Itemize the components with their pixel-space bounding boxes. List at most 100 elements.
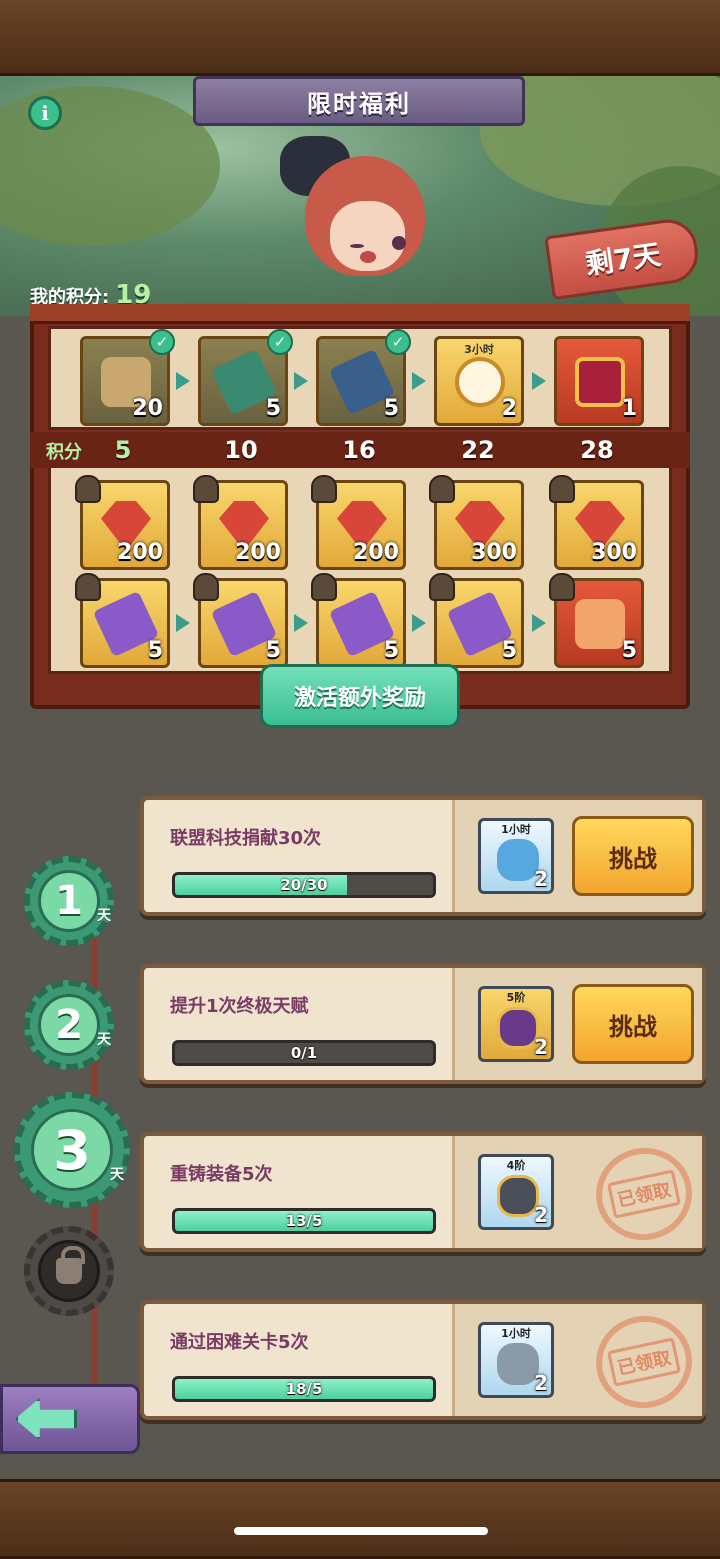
day-unit: 天	[110, 1167, 124, 1183]
progress-text: 20/30	[280, 876, 328, 894]
task-progress-bar: 0/1	[172, 1040, 436, 1066]
reward-puzzle-tile[interactable]: ✓ 20	[80, 329, 175, 426]
puzzle-icon	[575, 599, 625, 649]
arrow-right-icon	[532, 614, 546, 632]
day-number: 3	[53, 1118, 91, 1182]
reward-qty: 20	[132, 396, 163, 421]
lock-icon	[75, 573, 101, 601]
ticket-reward-tile[interactable]: 5	[429, 573, 524, 668]
task-reward[interactable]: 4阶 2	[478, 1154, 554, 1230]
home-indicator[interactable]	[234, 1527, 488, 1535]
progress-text: 0/1	[290, 1044, 318, 1062]
reward-qty: 2	[534, 1203, 548, 1227]
arrow-right-icon	[412, 372, 426, 390]
clock-icon	[455, 357, 505, 407]
check-icon: ✓	[149, 329, 175, 355]
day-2-tab[interactable]: 2天	[24, 980, 114, 1070]
task-title: 重铸装备5次	[170, 1164, 273, 1185]
lock-icon	[193, 475, 219, 503]
gem-reward-tile[interactable]: 300	[549, 475, 644, 570]
reward-label: 4阶	[506, 1159, 526, 1172]
reward-qty: 300	[591, 540, 637, 565]
score-label: 积分	[46, 442, 82, 463]
gem-reward-tile[interactable]: 200	[193, 475, 288, 570]
task-reward[interactable]: 1小时 2	[478, 818, 554, 894]
lock-icon	[311, 475, 337, 503]
claimed-label: 已领取	[607, 1337, 681, 1387]
score-threshold: 16	[342, 436, 376, 464]
challenge-button[interactable]: 挑战	[572, 984, 694, 1064]
reward-label: 1小时	[501, 1327, 531, 1340]
reward-chest-tile[interactable]: 1	[554, 336, 644, 426]
arrow-right-icon	[412, 614, 426, 632]
challenge-button[interactable]: 挑战	[572, 816, 694, 896]
task-reward[interactable]: 1小时 2	[478, 1322, 554, 1398]
treasure-chest-icon	[575, 357, 625, 407]
task-card: 联盟科技捐献30次 20/30 1小时 2 挑战	[140, 796, 706, 916]
score-threshold: 22	[461, 436, 495, 464]
arrow-right-icon	[294, 372, 308, 390]
back-arrow-icon	[15, 1398, 77, 1440]
gem-reward-tile[interactable]: 300	[429, 475, 524, 570]
day-number: 2	[55, 1002, 83, 1048]
ticket-reward-tile[interactable]: 5	[75, 573, 170, 668]
reward-qty: 300	[471, 540, 517, 565]
bottom-frame	[0, 1479, 720, 1559]
reward-qty: 2	[534, 1035, 548, 1059]
lock-icon	[549, 475, 575, 503]
reward-qty: 200	[353, 540, 399, 565]
day-unit: 天	[97, 908, 111, 924]
reward-label: 3小时	[464, 343, 494, 356]
reward-qty: 200	[235, 540, 281, 565]
day-unit: 天	[97, 1032, 111, 1048]
arrow-right-icon	[176, 372, 190, 390]
reward-qty: 2	[501, 396, 517, 421]
task-reward[interactable]: 5阶 2	[478, 986, 554, 1062]
task-card: 重铸装备5次 13/5 4阶 2 已领取	[140, 1132, 706, 1252]
task-card: 通过困难关卡5次 18/5 1小时 2 已领取	[140, 1300, 706, 1420]
reward-qty: 5	[383, 638, 399, 663]
reward-qty: 1	[621, 396, 637, 421]
lock-icon	[75, 475, 101, 503]
reward-clock-tile[interactable]: 3小时 2	[434, 336, 524, 426]
ticket-reward-tile[interactable]: 5	[311, 573, 406, 668]
day-1-tab[interactable]: 1天	[24, 856, 114, 946]
character-illustration	[250, 136, 460, 316]
gem-reward-tile[interactable]: 200	[311, 475, 406, 570]
reward-qty: 2	[534, 1371, 548, 1395]
top-frame	[0, 0, 720, 76]
check-icon: ✓	[385, 329, 411, 355]
check-icon: ✓	[267, 329, 293, 355]
reward-qty: 5	[383, 396, 399, 421]
gem-reward-tile[interactable]: 200	[75, 475, 170, 570]
day-number: 1	[55, 878, 83, 924]
reward-label: 5阶	[506, 991, 526, 1004]
day-3-tab[interactable]: 3天	[14, 1092, 130, 1208]
day-4-locked-tab[interactable]	[24, 1226, 114, 1316]
activate-extra-rewards-button[interactable]: 激活额外奖励	[260, 664, 460, 728]
hourglass-icon	[497, 1343, 539, 1385]
reward-qty: 2	[534, 867, 548, 891]
reward-ticket-tile[interactable]: ✓ 5	[198, 329, 293, 426]
progress-text: 18/5	[285, 1380, 323, 1398]
lock-icon	[429, 475, 455, 503]
score-threshold: 5	[114, 436, 132, 464]
info-button[interactable]: i	[28, 96, 62, 130]
puzzle-reward-tile[interactable]: 5	[549, 573, 644, 668]
reward-qty: 5	[147, 638, 163, 663]
task-card: 提升1次终极天赋 0/1 5阶 2 挑战	[140, 964, 706, 1084]
task-progress-bar: 13/5	[172, 1208, 436, 1234]
task-progress-bar: 18/5	[172, 1376, 436, 1402]
task-title: 联盟科技捐献30次	[170, 828, 322, 849]
task-title: 通过困难关卡5次	[170, 1332, 309, 1353]
reward-qty: 5	[265, 638, 281, 663]
reward-qty: 5	[265, 396, 281, 421]
task-progress-bar: 20/30	[172, 872, 436, 898]
back-button[interactable]	[0, 1384, 140, 1454]
lock-icon	[311, 573, 337, 601]
score-threshold: 10	[224, 436, 258, 464]
task-title: 提升1次终极天赋	[170, 996, 309, 1017]
reward-ticket-tile[interactable]: ✓ 5	[316, 329, 411, 426]
chest-icon	[497, 1175, 539, 1217]
ticket-reward-tile[interactable]: 5	[193, 573, 288, 668]
